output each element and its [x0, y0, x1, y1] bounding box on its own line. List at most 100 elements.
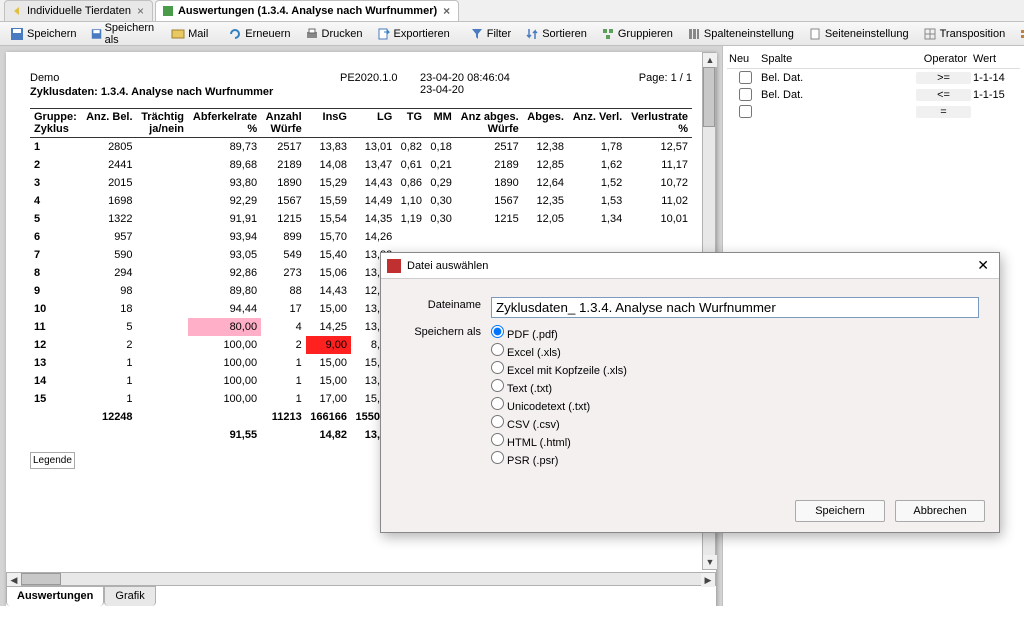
cell: 12,38: [523, 138, 568, 157]
demo-label: Demo: [30, 72, 340, 84]
cell: 2517: [261, 138, 306, 157]
cell: 0,61: [396, 156, 426, 174]
group-button[interactable]: Gruppieren: [595, 24, 679, 44]
sort-button[interactable]: Sortieren: [519, 24, 593, 44]
cell: 14: [30, 372, 81, 390]
format-radio[interactable]: Excel (.xls): [491, 342, 627, 360]
cell: [626, 228, 692, 246]
cell: 1,19: [396, 210, 426, 228]
radio-input[interactable]: [491, 397, 504, 410]
labels-button[interactable]: Etiketten: [1013, 24, 1024, 44]
radio-input[interactable]: [491, 361, 504, 374]
scroll-down-icon[interactable]: ▼: [703, 555, 717, 569]
filter-checkbox[interactable]: [739, 88, 752, 101]
cell: [137, 156, 188, 174]
format-radio[interactable]: PSR (.psr): [491, 450, 627, 468]
filter-button[interactable]: Filter: [464, 24, 517, 44]
export-icon: [377, 27, 391, 41]
cell: 100,00: [188, 354, 261, 372]
filter-operator[interactable]: <=: [916, 89, 971, 101]
filter-operator[interactable]: >=: [916, 72, 971, 84]
radio-input[interactable]: [491, 379, 504, 392]
cell: 13: [30, 354, 81, 372]
filter-value[interactable]: 1-1-15: [973, 89, 1018, 101]
table-row: 3201593,80189015,2914,430,860,29189012,6…: [30, 174, 692, 192]
radio-input[interactable]: [491, 415, 504, 428]
filter-column[interactable]: Bel. Dat.: [761, 89, 914, 101]
cell: [396, 228, 426, 246]
radio-input[interactable]: [491, 343, 504, 356]
cell: [456, 228, 523, 246]
scroll-left-icon[interactable]: ◀: [7, 573, 21, 587]
mail-icon: [171, 27, 185, 41]
cell: 2517: [456, 138, 523, 157]
cell: 5: [81, 318, 136, 336]
close-icon[interactable]: ×: [135, 4, 146, 18]
cancel-button[interactable]: Abbrechen: [895, 500, 985, 522]
cell: 13,01: [351, 138, 396, 157]
horizontal-scrollbar[interactable]: ◀ ▶: [6, 572, 716, 586]
disk-icon: [91, 27, 102, 41]
format-radio[interactable]: CSV (.csv): [491, 414, 627, 432]
page-title: Zyklusdaten: 1.3.4. Analyse nach Wurfnum…: [30, 86, 340, 98]
cell: [137, 246, 188, 264]
cell: 1: [261, 372, 306, 390]
mail-button[interactable]: Mail: [165, 24, 214, 44]
radio-input[interactable]: [491, 451, 504, 464]
cell: 9: [30, 282, 81, 300]
cell: 1890: [261, 174, 306, 192]
close-icon[interactable]: ✕: [973, 257, 993, 274]
transpose-button[interactable]: Transposition: [917, 24, 1012, 44]
col-header: Trächtigja/nein: [137, 109, 188, 138]
format-radio[interactable]: HTML (.html): [491, 432, 627, 450]
cell: 10,01: [626, 210, 692, 228]
cell: 0,29: [426, 174, 456, 192]
tab-label: Auswertungen (1.3.4. Analyse nach Wurfnu…: [178, 5, 437, 17]
scroll-up-icon[interactable]: ▲: [703, 53, 717, 67]
cell: 91,91: [188, 210, 261, 228]
group-icon: [601, 27, 615, 41]
filter-hdr-spalte: Spalte: [761, 53, 918, 65]
cell: 17: [261, 300, 306, 318]
scroll-right-icon[interactable]: ▶: [701, 573, 715, 587]
cell: [137, 228, 188, 246]
print-button[interactable]: Drucken: [299, 24, 369, 44]
save-as-button[interactable]: Speichern als: [85, 19, 164, 49]
cell: 92,29: [188, 192, 261, 210]
cell: 80,00: [188, 318, 261, 336]
filter-operator[interactable]: =: [916, 106, 971, 118]
tab-grafik[interactable]: Grafik: [104, 586, 155, 606]
filter-column[interactable]: Bel. Dat.: [761, 72, 914, 84]
save-button[interactable]: Speichern: [4, 24, 83, 44]
filter-icon: [470, 27, 484, 41]
format-radio[interactable]: Unicodetext (.txt): [491, 396, 627, 414]
cell: 15,00: [306, 300, 351, 318]
refresh-button[interactable]: Erneuern: [222, 24, 296, 44]
cell: 1215: [456, 210, 523, 228]
format-radio[interactable]: Text (.txt): [491, 378, 627, 396]
filter-checkbox[interactable]: [739, 105, 752, 118]
radio-input[interactable]: [491, 325, 504, 338]
cell: 1: [261, 354, 306, 372]
col-header: Abges.: [523, 109, 568, 138]
filter-value[interactable]: 1-1-14: [973, 72, 1018, 84]
columns-button[interactable]: Spalteneinstellung: [681, 24, 800, 44]
filter-row: Bel. Dat. <= 1-1-15: [727, 86, 1020, 103]
format-radio[interactable]: Excel mit Kopfzeile (.xls): [491, 360, 627, 378]
page-setup-button[interactable]: Seiteneinstellung: [802, 24, 915, 44]
tab-auswertungen[interactable]: Auswertungen (1.3.4. Analyse nach Wurfnu…: [155, 0, 459, 21]
format-radio[interactable]: PDF (.pdf): [491, 324, 627, 342]
close-icon[interactable]: ×: [441, 4, 452, 18]
radio-input[interactable]: [491, 433, 504, 446]
cell: 1: [30, 138, 81, 157]
cell: [137, 390, 188, 408]
cell: 13,83: [306, 138, 351, 157]
filename-input[interactable]: [491, 297, 979, 318]
cell: 100,00: [188, 336, 261, 354]
filter-checkbox[interactable]: [739, 71, 752, 84]
export-button[interactable]: Exportieren: [371, 24, 456, 44]
tab-auswertungen-bottom[interactable]: Auswertungen: [6, 586, 104, 606]
save-button[interactable]: Speichern: [795, 500, 885, 522]
cell: 2: [30, 156, 81, 174]
tab-tierdaten[interactable]: Individuelle Tierdaten ×: [4, 0, 153, 21]
